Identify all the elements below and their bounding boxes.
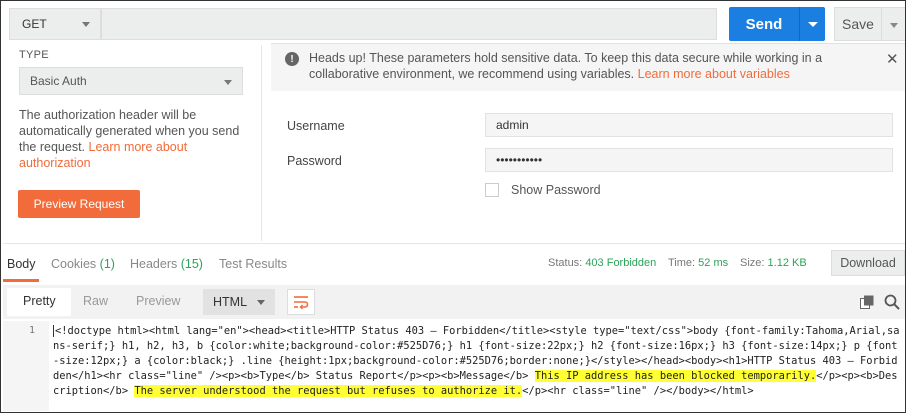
close-icon[interactable]: ✕ <box>886 50 899 68</box>
active-tab-indicator <box>3 279 39 282</box>
preview-request-button[interactable]: Preview Request <box>18 190 140 218</box>
method-label: GET <box>22 17 47 31</box>
response-body-editor[interactable]: 1 <!doctype html><html lang="en"><head><… <box>3 321 905 411</box>
highlighted-message: This IP address has been blocked tempora… <box>534 370 817 382</box>
type-label: TYPE <box>19 49 49 61</box>
section-divider <box>3 243 905 244</box>
save-options-button[interactable] <box>882 7 905 41</box>
wrap-lines-icon <box>294 296 309 309</box>
search-icon[interactable] <box>884 294 900 310</box>
tab-cookies-count: (1) <box>99 257 115 271</box>
send-button[interactable]: Send <box>729 7 799 41</box>
status-label: Status: <box>548 257 583 269</box>
time-readout: Time: 52 ms <box>668 257 728 269</box>
size-value: 1.12 KB <box>767 257 807 269</box>
app-window: GET Send Save TYPE Basic Auth The author… <box>0 0 906 413</box>
auth-type-select[interactable]: Basic Auth <box>19 67 243 95</box>
time-label: Time: <box>668 257 696 269</box>
response-view-toolbar: Pretty Raw Preview HTML <box>3 285 905 319</box>
wrap-lines-button[interactable] <box>287 289 315 315</box>
chevron-down-icon <box>257 300 265 305</box>
highlighted-description: The server understood the request but re… <box>134 385 523 397</box>
sensitive-data-warning: ! Heads up! These parameters hold sensit… <box>271 43 905 91</box>
password-label: Password <box>287 154 342 168</box>
chevron-down-icon <box>82 22 90 27</box>
tab-test-results[interactable]: Test Results <box>219 257 287 271</box>
line-number: 1 <box>29 325 36 336</box>
credentials-pane: ! Heads up! These parameters hold sensit… <box>271 43 905 243</box>
format-value: HTML <box>213 295 248 309</box>
size-readout: Size: 1.12 KB <box>740 257 807 269</box>
auth-description: The authorization header will be automat… <box>19 107 249 171</box>
size-label: Size: <box>740 257 765 269</box>
url-input[interactable] <box>101 8 717 40</box>
response-code: <!doctype html><html lang="en"><head><ti… <box>53 324 901 399</box>
password-input[interactable]: ••••••••••• <box>485 148 893 172</box>
request-bar: GET Send Save <box>3 6 905 42</box>
auth-type-value: Basic Auth <box>30 74 87 88</box>
format-select[interactable]: HTML <box>203 289 275 315</box>
tab-body[interactable]: Body <box>7 257 36 271</box>
tab-cookies[interactable]: Cookies (1) <box>51 257 115 271</box>
tab-headers-count: (15) <box>180 257 203 271</box>
username-input[interactable]: admin <box>485 113 893 137</box>
learn-more-variables-link[interactable]: Learn more about variables <box>638 67 790 81</box>
download-button[interactable]: Download <box>831 250 905 276</box>
copy-icon[interactable] <box>860 295 874 309</box>
chevron-down-icon <box>224 80 232 85</box>
response-tabs: Body Cookies (1) Headers (15) Test Resul… <box>3 245 905 282</box>
time-value: 52 ms <box>698 257 729 269</box>
tab-headers-label: Headers <box>130 257 178 271</box>
tab-headers[interactable]: Headers (15) <box>130 257 203 271</box>
view-pretty[interactable]: Pretty <box>23 294 56 308</box>
auth-type-pane: TYPE Basic Auth The authorization header… <box>3 45 261 241</box>
save-button[interactable]: Save <box>834 7 882 41</box>
pane-divider <box>261 45 262 241</box>
status-value: 403 Forbidden <box>585 257 657 269</box>
text-cursor <box>53 325 54 337</box>
view-raw[interactable]: Raw <box>83 294 108 308</box>
code-segment: </p><hr class="line" /></body></html> <box>522 385 754 397</box>
tab-cookies-label: Cookies <box>51 257 97 271</box>
show-password-checkbox[interactable] <box>485 183 499 197</box>
send-options-button[interactable] <box>799 7 825 41</box>
username-label: Username <box>287 119 345 133</box>
show-password-label: Show Password <box>511 183 601 197</box>
info-icon: ! <box>285 52 299 66</box>
line-number-gutter: 1 <box>3 321 49 411</box>
method-select[interactable]: GET <box>9 8 101 40</box>
view-preview[interactable]: Preview <box>136 294 180 308</box>
warning-text: Heads up! These parameters hold sensitiv… <box>309 50 879 82</box>
status-readout: Status: 403 Forbidden <box>548 257 656 269</box>
